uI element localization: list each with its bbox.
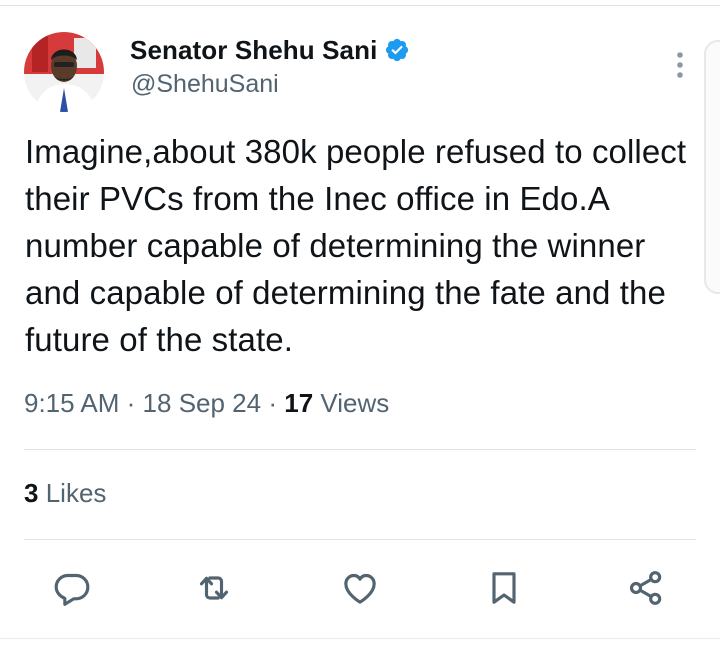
retweet-button[interactable] xyxy=(192,568,236,612)
share-button[interactable] xyxy=(624,568,668,612)
top-divider xyxy=(0,5,720,6)
retweet-icon xyxy=(194,568,234,613)
meta-separator: · xyxy=(126,388,136,418)
avatar[interactable] xyxy=(24,32,104,112)
likes-count: 3 xyxy=(24,478,39,508)
views-label: Views xyxy=(320,388,390,418)
bookmark-button[interactable] xyxy=(482,568,526,612)
likes-stat[interactable]: 3 Likes xyxy=(24,478,106,509)
share-icon xyxy=(626,568,666,613)
tweet-date[interactable]: 18 Sep 24 xyxy=(143,388,262,418)
tweet-time[interactable]: 9:15 AM xyxy=(24,388,119,418)
verified-badge-icon xyxy=(384,37,410,63)
meta-separator: · xyxy=(268,388,278,418)
reply-button[interactable] xyxy=(50,568,94,612)
views-count: 17 xyxy=(284,388,314,418)
bottom-divider xyxy=(0,638,720,639)
divider xyxy=(24,449,696,450)
reply-icon xyxy=(52,568,92,613)
like-icon xyxy=(340,568,380,613)
tweet-meta: 9:15 AM · 18 Sep 24 · 17 Views xyxy=(24,388,389,419)
like-button[interactable] xyxy=(338,568,382,612)
tweet-text: Imagine,about 380k people refused to col… xyxy=(25,133,687,358)
likes-label: Likes xyxy=(45,478,107,508)
scroll-edge-handle xyxy=(704,40,720,294)
more-options-icon[interactable] xyxy=(668,50,692,80)
author-display-name[interactable]: Senator Shehu Sani xyxy=(130,35,377,66)
author-handle[interactable]: @ShehuSani xyxy=(131,70,279,99)
bookmark-icon xyxy=(484,568,524,613)
divider xyxy=(24,539,696,540)
author-name-row[interactable]: Senator Shehu Sani xyxy=(130,34,410,66)
